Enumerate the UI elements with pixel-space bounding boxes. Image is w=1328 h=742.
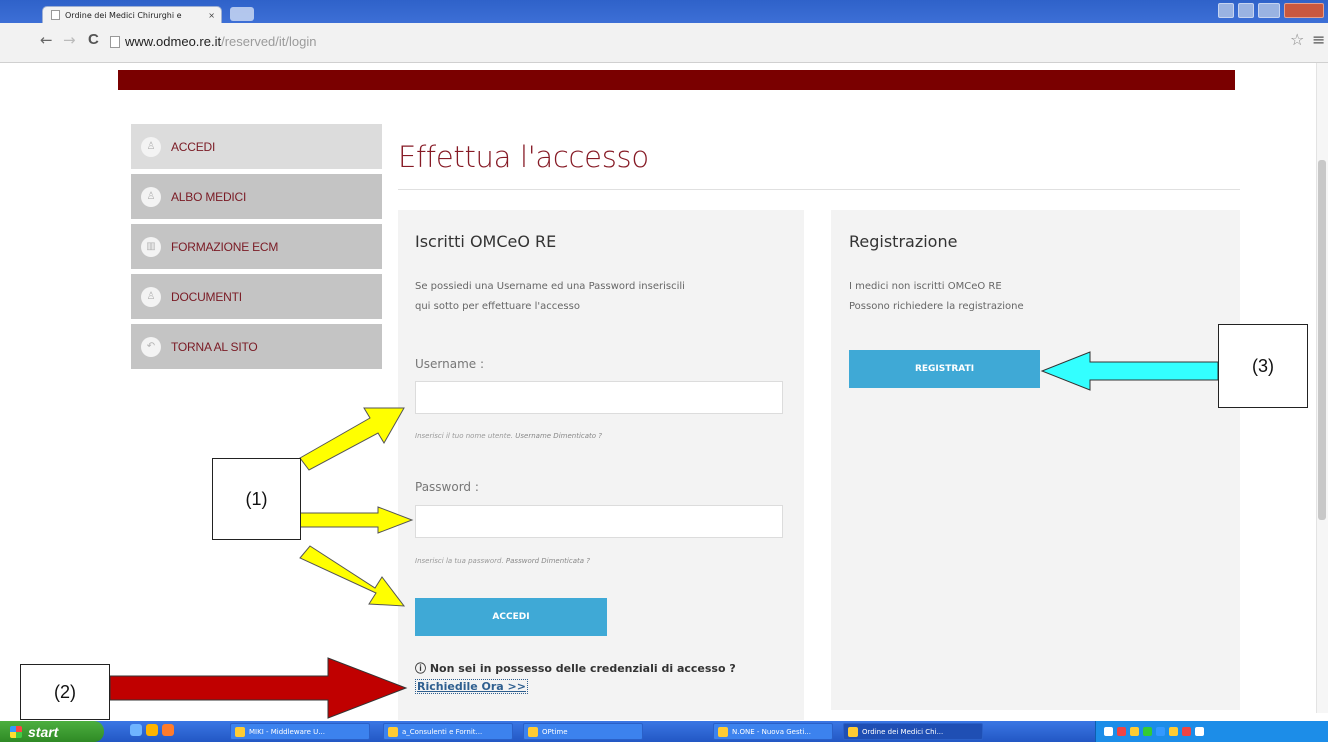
arrow-to-username [299, 407, 405, 471]
tray-icon[interactable] [1182, 727, 1191, 736]
taskbar-item[interactable]: a_Consulenti e Fornit... [383, 723, 513, 740]
browser-icon [848, 726, 858, 737]
taskbar-item[interactable]: MIKI - Middleware U... [230, 723, 370, 740]
taskbar-item[interactable]: N.ONE - Nuova Gesti... [713, 723, 833, 740]
browser-icon[interactable] [130, 724, 142, 736]
tray-icon[interactable] [1117, 727, 1126, 736]
annotation-label-3: (3) [1218, 324, 1308, 408]
tray-icon[interactable] [1195, 727, 1204, 736]
arrow-to-request-link [109, 657, 408, 719]
tray-icon[interactable] [1143, 727, 1152, 736]
start-button[interactable]: start [0, 721, 104, 742]
taskbar-item[interactable]: OPtime [523, 723, 643, 740]
app-icon [528, 726, 538, 737]
app-icon[interactable] [146, 724, 158, 736]
arrow-to-accedi [299, 545, 406, 607]
tray-icon[interactable] [1156, 727, 1165, 736]
taskbar-item-active[interactable]: Ordine dei Medici Chi... [843, 723, 983, 740]
annotation-label-2: (2) [20, 664, 110, 720]
annotation-arrows [109, 351, 1219, 719]
folder-icon [388, 726, 398, 737]
arrow-to-password [299, 506, 414, 534]
tray-icon[interactable] [1169, 727, 1178, 736]
arrow-to-register [1040, 351, 1219, 391]
tray-icon[interactable] [1104, 727, 1113, 736]
tray-icon[interactable] [1130, 727, 1139, 736]
app-icon [718, 726, 728, 737]
windows-flag-icon [10, 725, 22, 738]
app-icon[interactable] [162, 724, 174, 736]
annotation-label-1: (1) [212, 458, 301, 540]
system-tray [1095, 721, 1328, 742]
app-icon [235, 726, 245, 737]
quick-launch [130, 724, 174, 736]
